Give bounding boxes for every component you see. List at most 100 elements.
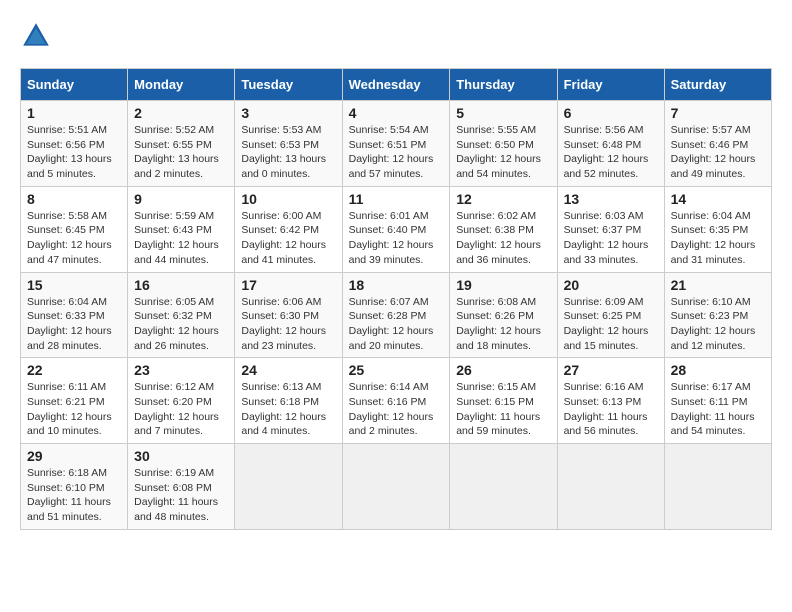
day-info: Sunrise: 6:07 AMSunset: 6:28 PMDaylight:…: [349, 295, 444, 354]
calendar-cell: 20 Sunrise: 6:09 AMSunset: 6:25 PMDayligh…: [557, 272, 664, 358]
column-header-saturday: Saturday: [664, 69, 771, 101]
day-info: Sunrise: 6:03 AMSunset: 6:37 PMDaylight:…: [564, 209, 658, 268]
calendar-cell: 1 Sunrise: 5:51 AMSunset: 6:56 PMDaylight…: [21, 101, 128, 187]
day-info: Sunrise: 6:09 AMSunset: 6:25 PMDaylight:…: [564, 295, 658, 354]
header-row: SundayMondayTuesdayWednesdayThursdayFrid…: [21, 69, 772, 101]
day-info: Sunrise: 5:51 AMSunset: 6:56 PMDaylight:…: [27, 123, 121, 182]
day-number: 1: [27, 105, 121, 121]
calendar-cell: 22Sunrise: 6:11 AMSunset: 6:21 PMDayligh…: [21, 358, 128, 444]
calendar-cell: 4Sunrise: 5:54 AMSunset: 6:51 PMDaylight…: [342, 101, 450, 187]
day-number: 30: [134, 448, 228, 464]
day-info: Sunrise: 6:17 AMSunset: 6:11 PMDaylight:…: [671, 380, 765, 439]
day-number: 27: [564, 362, 658, 378]
day-info: Sunrise: 5:55 AMSunset: 6:50 PMDaylight:…: [456, 123, 550, 182]
calendar-cell: 5 Sunrise: 5:55 AMSunset: 6:50 PMDaylight…: [450, 101, 557, 187]
day-info: Sunrise: 6:04 AMSunset: 6:35 PMDaylight:…: [671, 209, 765, 268]
calendar-cell: 13 Sunrise: 6:03 AMSunset: 6:37 PMDayligh…: [557, 186, 664, 272]
day-number: 6: [564, 105, 658, 121]
day-info: Sunrise: 5:59 AMSunset: 6:43 PMDaylight:…: [134, 209, 228, 268]
day-number: 5: [456, 105, 550, 121]
day-number: 8: [27, 191, 121, 207]
column-header-sunday: Sunday: [21, 69, 128, 101]
day-number: 25: [349, 362, 444, 378]
calendar-cell: [557, 444, 664, 530]
day-number: 7: [671, 105, 765, 121]
calendar-cell: [450, 444, 557, 530]
day-info: Sunrise: 6:01 AMSunset: 6:40 PMDaylight:…: [349, 209, 444, 268]
calendar-cell: 27 Sunrise: 6:16 AMSunset: 6:13 PMDayligh…: [557, 358, 664, 444]
week-row-5: 29 Sunrise: 6:18 AMSunset: 6:10 PMDayligh…: [21, 444, 772, 530]
calendar-cell: 9 Sunrise: 5:59 AMSunset: 6:43 PMDaylight…: [128, 186, 235, 272]
day-number: 11: [349, 191, 444, 207]
calendar-cell: 12 Sunrise: 6:02 AMSunset: 6:38 PMDayligh…: [450, 186, 557, 272]
day-info: Sunrise: 6:15 AMSunset: 6:15 PMDaylight:…: [456, 380, 550, 439]
day-number: 16: [134, 277, 228, 293]
logo-icon: [20, 20, 52, 52]
calendar-cell: 14 Sunrise: 6:04 AMSunset: 6:35 PMDayligh…: [664, 186, 771, 272]
day-number: 17: [241, 277, 335, 293]
calendar-cell: 6Sunrise: 5:56 AMSunset: 6:48 PMDaylight…: [557, 101, 664, 187]
calendar-cell: 29 Sunrise: 6:18 AMSunset: 6:10 PMDayligh…: [21, 444, 128, 530]
day-number: 10: [241, 191, 335, 207]
calendar-cell: 11 Sunrise: 6:01 AMSunset: 6:40 PMDayligh…: [342, 186, 450, 272]
column-header-tuesday: Tuesday: [235, 69, 342, 101]
day-info: Sunrise: 6:18 AMSunset: 6:10 PMDaylight:…: [27, 466, 121, 525]
day-info: Sunrise: 5:53 AMSunset: 6:53 PMDaylight:…: [241, 123, 335, 182]
calendar-cell: 21 Sunrise: 6:10 AMSunset: 6:23 PMDayligh…: [664, 272, 771, 358]
day-number: 15: [27, 277, 121, 293]
column-header-wednesday: Wednesday: [342, 69, 450, 101]
day-info: Sunrise: 6:16 AMSunset: 6:13 PMDaylight:…: [564, 380, 658, 439]
day-info: Sunrise: 6:10 AMSunset: 6:23 PMDaylight:…: [671, 295, 765, 354]
day-number: 29: [27, 448, 121, 464]
calendar-cell: 26 Sunrise: 6:15 AMSunset: 6:15 PMDayligh…: [450, 358, 557, 444]
column-header-thursday: Thursday: [450, 69, 557, 101]
day-number: 26: [456, 362, 550, 378]
week-row-3: 15 Sunrise: 6:04 AMSunset: 6:33 PMDayligh…: [21, 272, 772, 358]
column-header-friday: Friday: [557, 69, 664, 101]
day-info: Sunrise: 6:08 AMSunset: 6:26 PMDaylight:…: [456, 295, 550, 354]
week-row-4: 22Sunrise: 6:11 AMSunset: 6:21 PMDayligh…: [21, 358, 772, 444]
day-info: Sunrise: 5:58 AMSunset: 6:45 PMDaylight:…: [27, 209, 121, 268]
day-number: 13: [564, 191, 658, 207]
day-info: Sunrise: 5:52 AMSunset: 6:55 PMDaylight:…: [134, 123, 228, 182]
week-row-2: 8 Sunrise: 5:58 AMSunset: 6:45 PMDaylight…: [21, 186, 772, 272]
day-number: 23: [134, 362, 228, 378]
page-header: [20, 20, 772, 52]
calendar-cell: 19 Sunrise: 6:08 AMSunset: 6:26 PMDayligh…: [450, 272, 557, 358]
day-number: 20: [564, 277, 658, 293]
day-info: Sunrise: 6:13 AMSunset: 6:18 PMDaylight:…: [241, 380, 335, 439]
day-number: 24: [241, 362, 335, 378]
calendar-cell: 15 Sunrise: 6:04 AMSunset: 6:33 PMDayligh…: [21, 272, 128, 358]
calendar-cell: 8 Sunrise: 5:58 AMSunset: 6:45 PMDaylight…: [21, 186, 128, 272]
calendar-cell: [664, 444, 771, 530]
day-number: 14: [671, 191, 765, 207]
calendar-cell: 3 Sunrise: 5:53 AMSunset: 6:53 PMDaylight…: [235, 101, 342, 187]
week-row-1: 1 Sunrise: 5:51 AMSunset: 6:56 PMDaylight…: [21, 101, 772, 187]
logo: [20, 20, 58, 52]
calendar-cell: 7Sunrise: 5:57 AMSunset: 6:46 PMDaylight…: [664, 101, 771, 187]
day-info: Sunrise: 6:06 AMSunset: 6:30 PMDaylight:…: [241, 295, 335, 354]
day-number: 3: [241, 105, 335, 121]
day-number: 12: [456, 191, 550, 207]
calendar-cell: 18 Sunrise: 6:07 AMSunset: 6:28 PMDayligh…: [342, 272, 450, 358]
calendar-cell: 24 Sunrise: 6:13 AMSunset: 6:18 PMDayligh…: [235, 358, 342, 444]
calendar-cell: 28 Sunrise: 6:17 AMSunset: 6:11 PMDayligh…: [664, 358, 771, 444]
day-number: 9: [134, 191, 228, 207]
day-number: 22: [27, 362, 121, 378]
calendar-cell: 16Sunrise: 6:05 AMSunset: 6:32 PMDayligh…: [128, 272, 235, 358]
calendar-cell: 25Sunrise: 6:14 AMSunset: 6:16 PMDayligh…: [342, 358, 450, 444]
calendar-cell: 17 Sunrise: 6:06 AMSunset: 6:30 PMDayligh…: [235, 272, 342, 358]
day-info: Sunrise: 6:04 AMSunset: 6:33 PMDaylight:…: [27, 295, 121, 354]
day-info: Sunrise: 6:02 AMSunset: 6:38 PMDaylight:…: [456, 209, 550, 268]
calendar-table: SundayMondayTuesdayWednesdayThursdayFrid…: [20, 68, 772, 530]
day-number: 19: [456, 277, 550, 293]
day-number: 18: [349, 277, 444, 293]
day-number: 28: [671, 362, 765, 378]
calendar-cell: 2Sunrise: 5:52 AMSunset: 6:55 PMDaylight…: [128, 101, 235, 187]
calendar-cell: [342, 444, 450, 530]
day-number: 4: [349, 105, 444, 121]
calendar-cell: 23Sunrise: 6:12 AMSunset: 6:20 PMDayligh…: [128, 358, 235, 444]
calendar-cell: 30 Sunrise: 6:19 AMSunset: 6:08 PMDayligh…: [128, 444, 235, 530]
day-info: Sunrise: 6:19 AMSunset: 6:08 PMDaylight:…: [134, 466, 228, 525]
day-number: 21: [671, 277, 765, 293]
